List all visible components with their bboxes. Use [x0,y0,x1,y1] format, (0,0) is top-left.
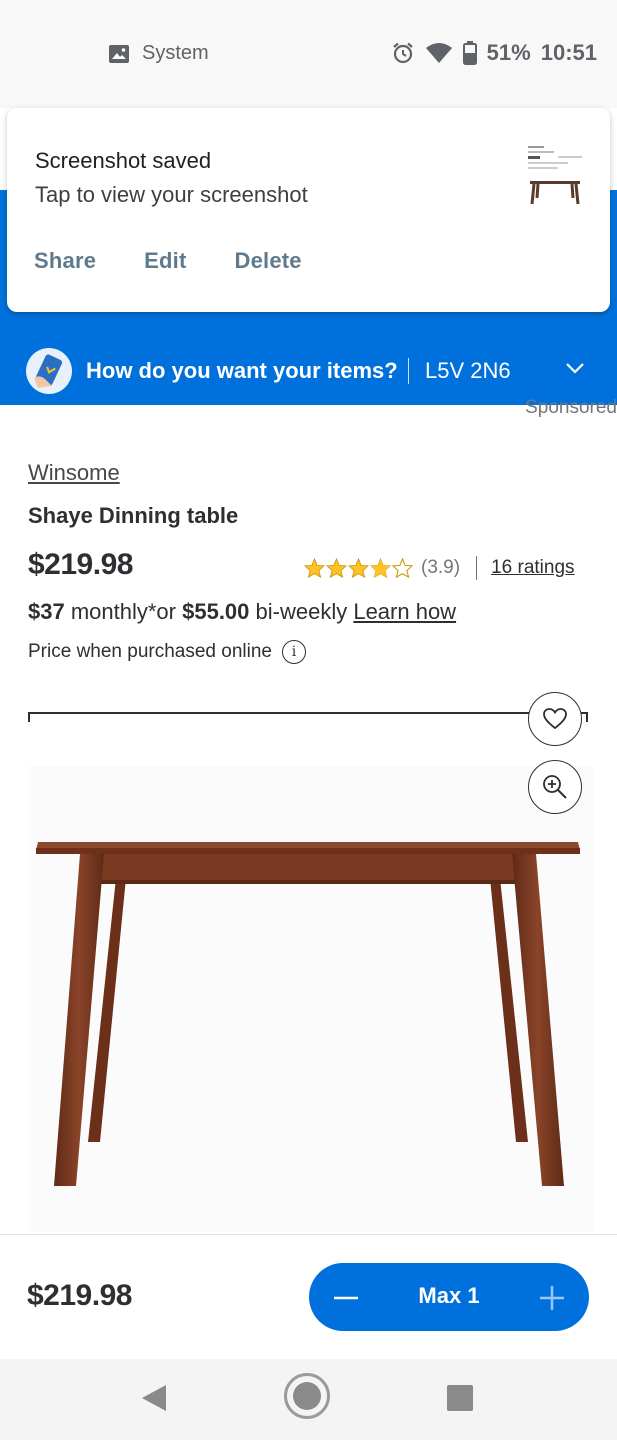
battery-icon [462,41,477,65]
quantity-stepper[interactable]: Max 1 [309,1263,589,1331]
price-note: Price when purchased online i [28,640,306,664]
monthly-text: monthly*or [64,599,183,624]
star-rating [304,558,413,578]
favorite-button[interactable] [528,692,582,746]
system-nav-bar [0,1359,617,1440]
screenshot-thumbnail[interactable] [524,138,586,210]
rating-summary: (3.9) 16 ratings [304,556,575,580]
biweekly-text: bi-weekly [249,599,354,624]
back-icon[interactable] [140,1383,168,1413]
status-app-label: System [108,42,209,65]
postal-code: L5V 2N6 [425,358,511,383]
zoom-button[interactable] [528,760,582,814]
monthly-amount: $37 [28,599,65,624]
edit-button[interactable]: Edit [144,248,186,274]
share-button[interactable]: Share [34,248,96,274]
home-button[interactable] [284,1373,330,1419]
heart-icon [543,708,567,730]
delivery-prompt: How do you want your items? [86,358,398,383]
status-indicators: 51% 10:51 [391,40,597,66]
brand-link[interactable]: Winsome [28,460,120,486]
home-icon [293,1382,321,1410]
zoom-in-icon [543,775,567,799]
carousel-track-cap [586,712,588,722]
product-image[interactable] [28,766,593,1232]
notification-title: Screenshot saved [35,148,212,173]
chevron-down-icon[interactable] [564,360,586,376]
learn-how-link[interactable]: Learn how [353,599,456,624]
delivery-divider [408,358,409,384]
star-icon [326,558,347,578]
delivery-phone-icon [26,348,72,394]
status-app-text: System [142,42,209,64]
plus-icon[interactable] [537,1283,567,1313]
ratings-count-link[interactable]: 16 ratings [491,557,574,579]
sponsored-label: Sponsored [525,397,617,418]
notification-actions: Share Edit Delete [34,248,302,274]
product-price: $219.98 [28,548,133,581]
recent-apps-icon[interactable] [447,1385,473,1411]
carousel-track-cap [28,712,30,722]
status-bar: System 51% 10:51 [0,0,617,108]
carousel-track [28,712,588,714]
info-icon[interactable]: i [282,640,306,664]
rating-value: (3.9) [421,557,461,578]
delete-button[interactable]: Delete [235,248,302,274]
notification-subtitle: Tap to view your screenshot [35,182,308,207]
star-icon [348,558,369,578]
price-note-text: Price when purchased online [28,641,272,662]
wifi-icon [425,43,452,63]
image-icon [109,44,129,63]
star-icon [304,558,325,578]
financing-info: $37 monthly*or $55.00 bi-weekly Learn ho… [28,599,456,625]
star-empty-icon [392,558,413,578]
bottom-purchase-bar: $219.98 Max 1 [0,1234,617,1359]
clock: 10:51 [540,40,597,65]
biweekly-amount: $55.00 [182,599,250,624]
alarm-icon [392,42,413,64]
battery-level: 51% [486,40,531,65]
table-illustration [36,842,580,1186]
star-icon [370,558,391,578]
bottom-price: $219.98 [27,1279,132,1312]
delivery-selector[interactable]: How do you want your items? L5V 2N6 [0,336,617,404]
product-title: Shaye Dinning table [28,503,239,528]
rating-divider [476,556,478,580]
screenshot-notification[interactable]: Screenshot saved Tap to view your screen… [7,108,610,312]
